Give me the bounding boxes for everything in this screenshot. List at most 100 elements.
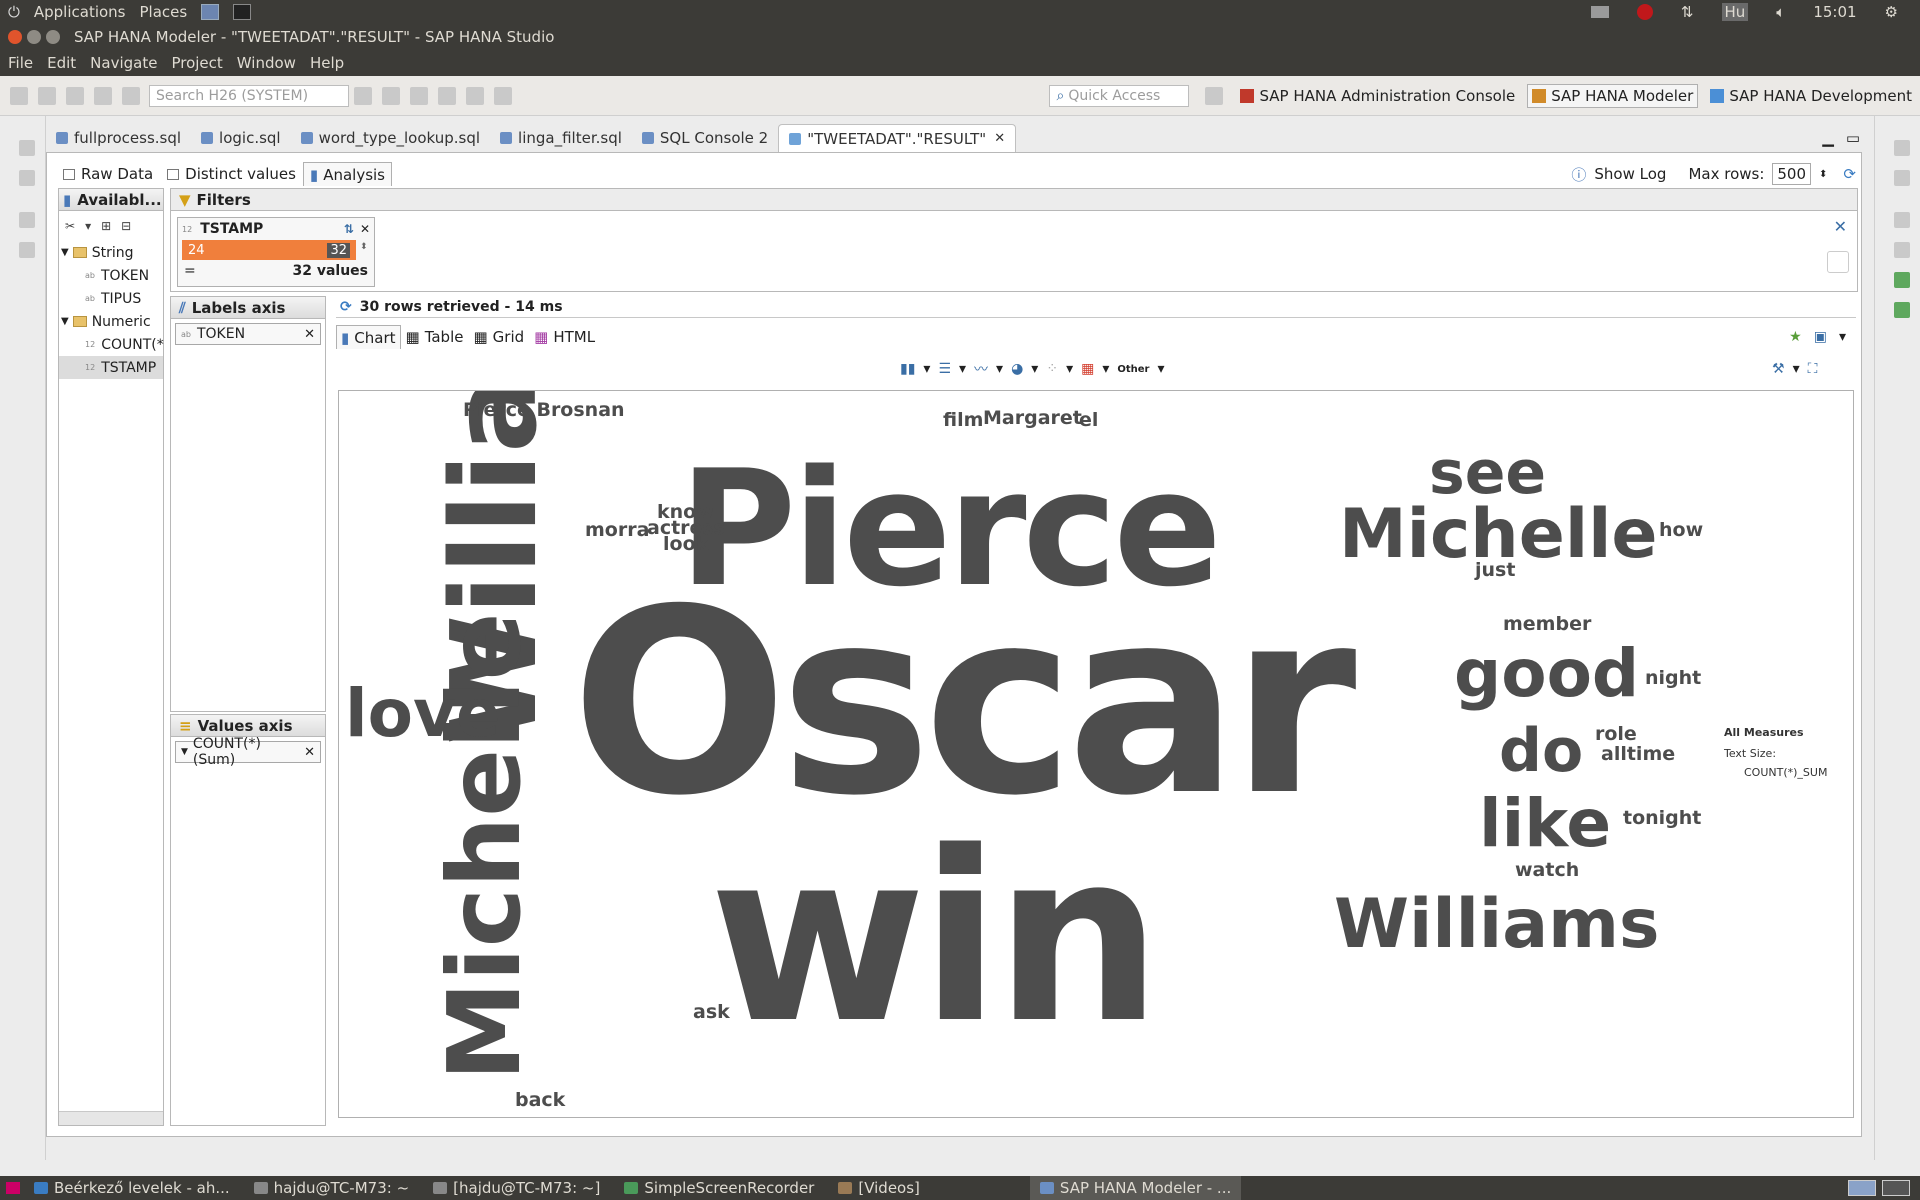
volume-icon[interactable]: 🔈︎	[1776, 3, 1785, 21]
minimize-editor-icon[interactable]: ▁	[1822, 129, 1834, 147]
network-icon[interactable]: ⇅	[1681, 3, 1694, 21]
restore-view-2-icon[interactable]	[19, 212, 35, 228]
dropdown-arrow-icon[interactable]: ▼	[181, 747, 188, 757]
search-go-icon[interactable]	[354, 86, 372, 105]
tab-distinct-values[interactable]: Distinct values	[160, 162, 303, 186]
dropdown-icon[interactable]: ▾	[959, 361, 966, 377]
applications-menu[interactable]: Applications	[34, 3, 126, 21]
prev-edit-icon[interactable]	[438, 86, 456, 105]
display-icon[interactable]	[1590, 6, 1609, 18]
restore-right-2-icon[interactable]	[1894, 212, 1910, 228]
job-log-icon[interactable]	[1894, 272, 1910, 288]
menu-file[interactable]: File	[8, 54, 33, 72]
tab-word-type-lookup[interactable]: word_type_lookup.sql	[291, 124, 490, 152]
sort-icon[interactable]: ⇅	[344, 222, 354, 236]
close-tab-icon[interactable]: ✕	[994, 131, 1005, 146]
nav-back-icon[interactable]	[382, 86, 400, 105]
filter-icon[interactable]: ✂	[65, 219, 75, 233]
outline-icon[interactable]	[1894, 170, 1910, 186]
collapse-all-icon[interactable]: ⊟	[121, 219, 131, 233]
tree-group-string[interactable]: ▼ String	[59, 241, 163, 264]
perspective-admin-console[interactable]: SAP HANA Administration Console	[1240, 87, 1515, 105]
dropdown-icon[interactable]: ▾	[85, 219, 91, 233]
workspace-1[interactable]	[1848, 1180, 1876, 1196]
chart-settings-icon[interactable]: ⚒	[1772, 361, 1785, 377]
quick-access-input[interactable]: ⌕ Quick Access	[1049, 84, 1190, 107]
tab-html[interactable]: ▦ HTML	[529, 325, 600, 349]
tree-item-token[interactable]: ab TOKEN	[59, 264, 163, 287]
tab-grid[interactable]: ▦ Grid	[468, 325, 529, 349]
range-slider[interactable]: 24 32	[182, 240, 356, 260]
refresh-icon[interactable]	[122, 86, 140, 105]
dropdown-icon[interactable]: ▾	[1793, 361, 1800, 377]
settings-gear-icon[interactable]: ⚙	[1885, 3, 1898, 21]
max-rows-input[interactable]: 500	[1772, 163, 1812, 185]
show-desktop-icon[interactable]	[6, 1182, 20, 1194]
restore-view-icon[interactable]	[19, 140, 35, 156]
places-menu[interactable]: Places	[140, 3, 188, 21]
menu-edit[interactable]: Edit	[47, 54, 76, 72]
labels-axis-field[interactable]: ab TOKEN ✕	[175, 323, 321, 345]
tree-item-count[interactable]: 12 COUNT(*	[59, 333, 164, 356]
tab-analysis[interactable]: ▮ Analysis	[302, 162, 392, 186]
taskbar-item-hana[interactable]: SAP HANA Modeler - ...	[1029, 1176, 1242, 1200]
keyboard-layout[interactable]: Hu	[1721, 3, 1749, 21]
taskbar-item-terminal-1[interactable]: hajdu@TC-M73: ~	[253, 1179, 409, 1197]
maximize-window-icon[interactable]	[46, 30, 60, 44]
dropdown-icon[interactable]: ▾	[1102, 361, 1109, 377]
minimized-view-icon[interactable]	[19, 170, 35, 186]
taskbar-item-recorder[interactable]: SimpleScreenRecorder	[624, 1179, 814, 1197]
expand-all-icon[interactable]: ⊞	[101, 219, 111, 233]
tab-logic[interactable]: logic.sql	[191, 124, 291, 152]
open-perspective-icon[interactable]	[1205, 86, 1224, 105]
line-chart-type-icon[interactable]: 〰	[974, 359, 988, 379]
close-window-icon[interactable]	[8, 30, 22, 44]
maximize-editor-icon[interactable]: ▭	[1846, 129, 1860, 147]
dropdown-icon[interactable]: ▾	[1066, 361, 1073, 377]
minimized-view-2-icon[interactable]	[19, 242, 35, 258]
properties-icon[interactable]	[1894, 242, 1910, 258]
taskbar-item-terminal-2[interactable]: [hajdu@TC-M73: ~]	[433, 1179, 600, 1197]
save-all-icon[interactable]	[66, 86, 84, 105]
launcher-icon[interactable]	[201, 4, 220, 20]
restore-right-icon[interactable]	[1894, 140, 1910, 156]
clock[interactable]: 15:01	[1813, 3, 1856, 21]
menu-window[interactable]: Window	[237, 54, 296, 72]
workspace-2[interactable]	[1882, 1180, 1910, 1196]
show-log-button[interactable]: Show Log	[1594, 165, 1666, 183]
search-input[interactable]: Search H26 (SYSTEM)	[149, 84, 349, 107]
nav-forward-icon[interactable]	[410, 86, 428, 105]
tab-sql-console[interactable]: SQL Console 2	[632, 124, 778, 152]
refresh-data-icon[interactable]: ⟳	[1843, 165, 1856, 183]
heatmap-type-icon[interactable]: ▦	[1081, 361, 1094, 377]
dropdown-icon[interactable]: ▾	[1157, 361, 1164, 377]
range-spinner[interactable]: ⬍	[360, 242, 368, 252]
perspective-modeler[interactable]: SAP HANA Modeler	[1527, 83, 1699, 108]
tab-fullprocess[interactable]: fullprocess.sql	[46, 124, 191, 152]
tab-raw-data[interactable]: Raw Data	[56, 162, 160, 186]
dropdown-icon[interactable]: ▾	[996, 361, 1003, 377]
next-edit-icon[interactable]	[466, 86, 484, 105]
minimize-window-icon[interactable]	[27, 30, 41, 44]
expand-arrow-icon[interactable]: ▼	[61, 247, 69, 258]
filter-options-icon[interactable]	[1827, 251, 1849, 273]
remove-filter-icon[interactable]: ✕	[360, 222, 370, 236]
save-chart-icon[interactable]: ▣	[1814, 329, 1827, 345]
tree-item-tipus[interactable]: ab TIPUS	[59, 287, 163, 310]
fullscreen-chart-icon[interactable]: ⛶	[1808, 361, 1818, 377]
save-icon[interactable]	[38, 86, 56, 105]
menu-project[interactable]: Project	[171, 54, 222, 72]
history-icon[interactable]	[1894, 302, 1910, 318]
perspective-development[interactable]: SAP HANA Development	[1710, 87, 1912, 105]
pie-chart-type-icon[interactable]: ◕	[1011, 361, 1023, 377]
remove-field-icon[interactable]: ✕	[304, 745, 315, 760]
horizontal-bar-type-icon[interactable]: ☰	[938, 361, 951, 377]
remove-field-icon[interactable]: ✕	[304, 327, 315, 342]
record-icon[interactable]	[1636, 4, 1653, 20]
dropdown-icon[interactable]: ▾	[1031, 361, 1038, 377]
tree-item-tstamp[interactable]: 12 TSTAMP	[59, 356, 163, 379]
tab-chart[interactable]: ▮ Chart	[336, 325, 401, 349]
dropdown-icon[interactable]: ▾	[923, 361, 930, 377]
tab-linga-filter[interactable]: linga_filter.sql	[490, 124, 632, 152]
taskbar-item-videos[interactable]: [Videos]	[838, 1179, 920, 1197]
